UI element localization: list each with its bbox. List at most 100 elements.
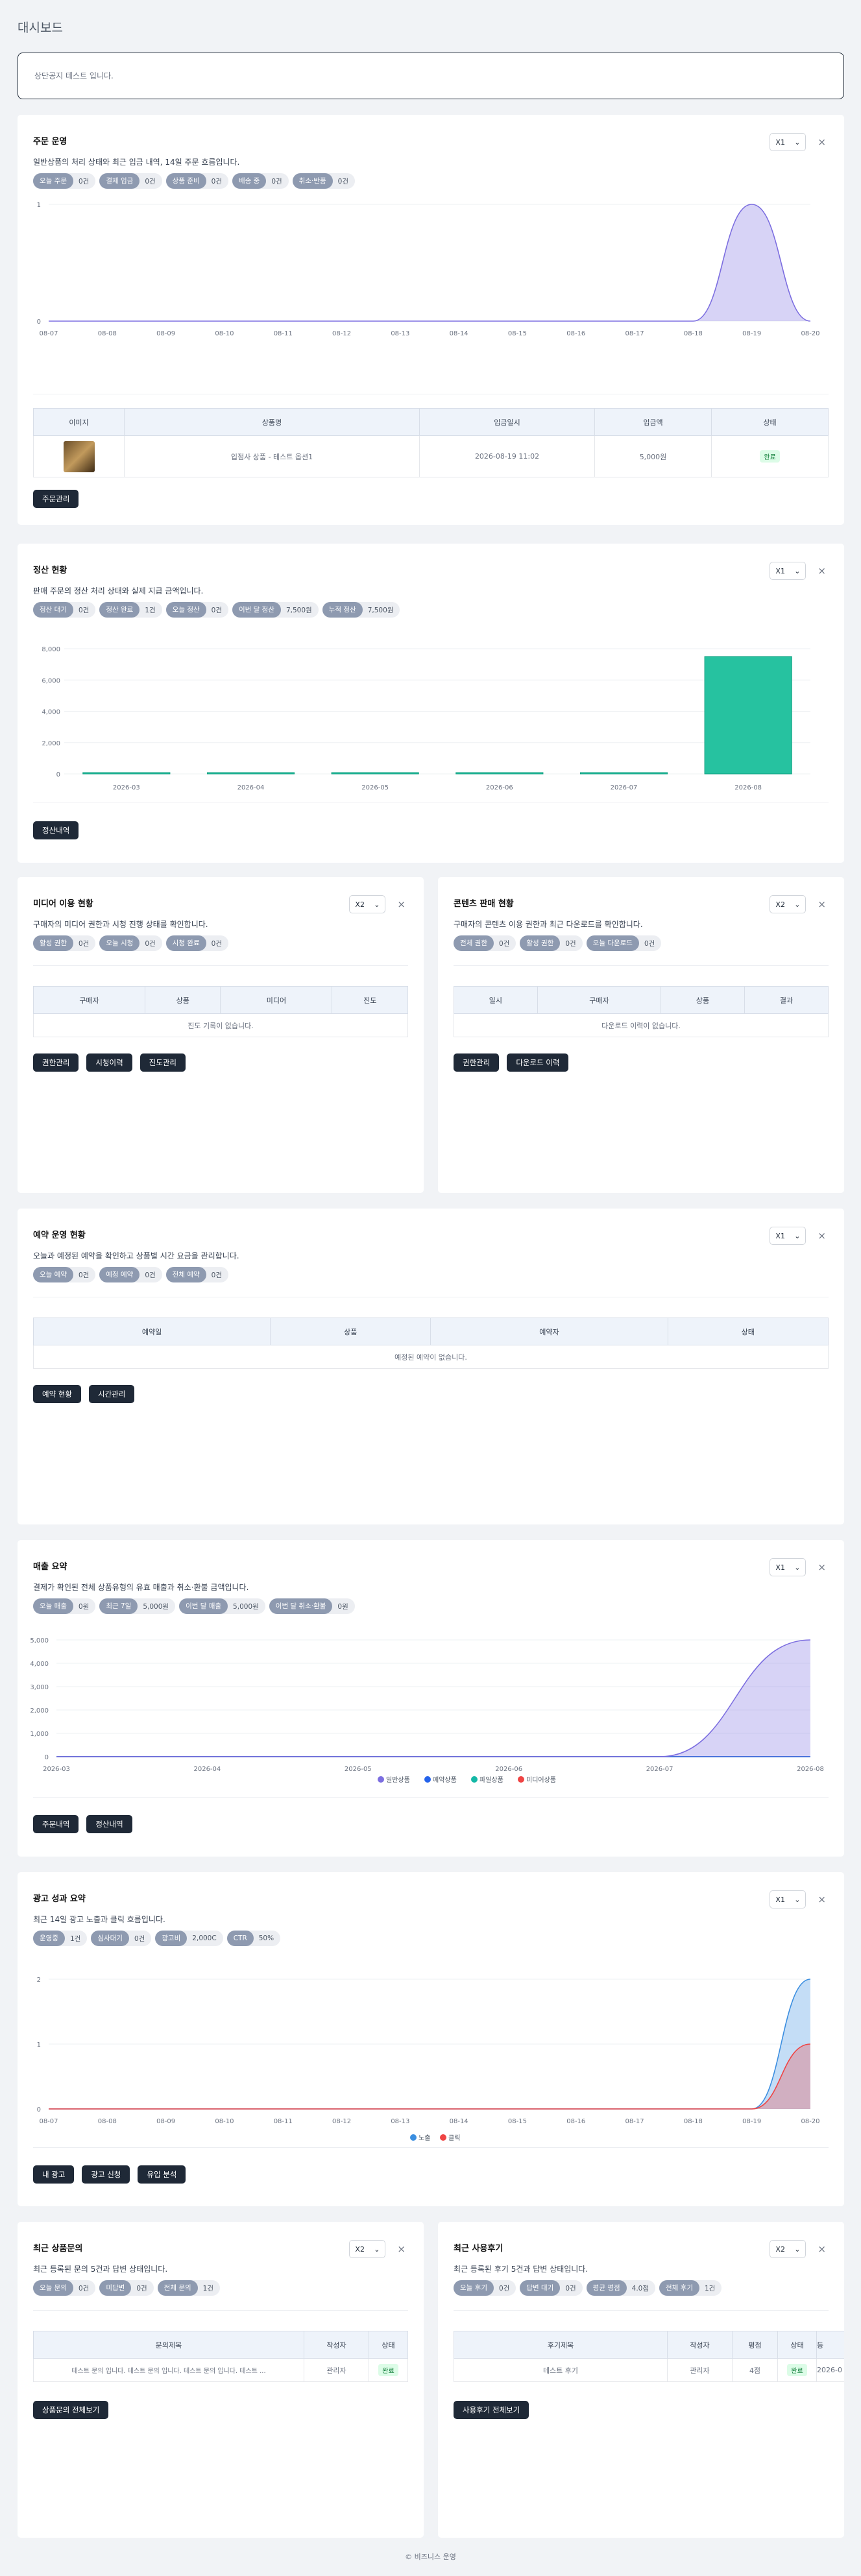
action-buttons: 주문내역 정산내역 xyxy=(33,1815,132,1833)
legend-label: 미디어상품 xyxy=(526,1776,556,1784)
x-tick-label: 2026-03 xyxy=(43,1766,70,1773)
action-button[interactable]: 시간관리 xyxy=(88,1385,135,1403)
th-buyer: 구매자 xyxy=(33,986,145,1014)
x-tick-label: 08-13 xyxy=(391,2118,409,2125)
size-select-value: X1 xyxy=(775,566,785,575)
review-writer: 관리자 xyxy=(667,2358,733,2382)
card-title: 최근 상품문의 xyxy=(33,2244,83,2254)
th-reserver: 예약자 xyxy=(430,1318,668,1345)
size-select[interactable]: X1 ⌄ xyxy=(770,562,806,580)
x-tick-label: 2026-07 xyxy=(646,1766,673,1773)
action-button[interactable]: 주문내역 xyxy=(33,1815,79,1833)
th-status: 상태 xyxy=(711,408,829,436)
action-button[interactable]: 상품문의 전체보기 xyxy=(33,2401,109,2419)
x-tick-label: 08-15 xyxy=(508,2118,527,2125)
page-title: 대시보드 xyxy=(18,21,63,35)
stat-pills: 오늘 후기 0건 답변 대기 0건 평균 평점 4.0점 전체 후기 1건 xyxy=(454,2280,722,2296)
x-tick-label: 2026-04 xyxy=(194,1766,221,1773)
footer: © 비즈니스 운영 xyxy=(405,2553,456,2561)
action-button[interactable]: 광고 신청 xyxy=(82,2165,130,2184)
table-row[interactable]: 입점사 상품 - 테스트 옵션1 2026-08-19 11:02 5,000원 완료 xyxy=(33,435,829,477)
card-title: 최근 사용후기 xyxy=(454,2244,503,2254)
qna-table: 문의제목 작성자 상태 테스트 문의 입니다. 테스트 문의 입니다. 테스트 문의… xyxy=(33,2331,408,2382)
legend-dot xyxy=(518,1776,524,1783)
stat-pill: 결제 입금 0건 xyxy=(99,173,162,189)
ads-card: 광고 성과 요약 X1 ⌄ × 최근 14일 광고 노출과 클릭 흐름입니다. 운영… xyxy=(18,1872,844,2206)
close-icon[interactable]: × xyxy=(818,1561,826,1573)
stat-pill-value: 2,000C xyxy=(192,1934,217,1942)
size-select[interactable]: X2 ⌄ xyxy=(770,2240,806,2258)
product-name: 입점사 상품 - 테스트 옵션1 xyxy=(124,435,420,477)
card-title: 광고 성과 요약 xyxy=(33,1894,86,1904)
size-select[interactable]: X2 ⌄ xyxy=(349,895,386,913)
review-card: 최근 사용후기 X2 ⌄ × 최근 등록된 후기 5건과 답변 상태입니다. 오늘 … xyxy=(438,2222,844,2538)
close-icon[interactable]: × xyxy=(818,2243,826,2255)
action-button[interactable]: 시청이력 xyxy=(86,1053,132,1072)
stat-pill-value: 0건 xyxy=(211,939,222,948)
chevron-down-icon: ⌄ xyxy=(794,2245,801,2254)
th-paid-date: 입금일시 xyxy=(419,408,595,436)
x-tick-label: 08-07 xyxy=(39,2118,58,2125)
stat-pill: 활성 권한 0건 xyxy=(520,935,583,951)
orders-card: 주문 운영 X1 ⌄ × 일반상품의 처리 상태와 최근 입금 내역, 14일 주문… xyxy=(18,115,844,525)
action-button[interactable]: 유입 분석 xyxy=(138,2165,186,2184)
th-amount: 입금액 xyxy=(594,408,712,436)
close-icon[interactable]: × xyxy=(818,136,826,148)
th-status: 상태 xyxy=(667,1318,829,1345)
action-buttons: 예약 현황 시간관리 xyxy=(33,1385,135,1403)
close-icon[interactable]: × xyxy=(818,1894,826,1905)
stat-pill-label: 전체 문의 xyxy=(157,2280,198,2296)
close-icon[interactable]: × xyxy=(818,898,826,910)
size-select[interactable]: X2 ⌄ xyxy=(349,2240,386,2258)
stat-pill-label: 이번 달 취소·환불 xyxy=(269,1598,333,1614)
action-button[interactable]: 정산내역 xyxy=(33,821,79,839)
y-tick-label: 2,000 xyxy=(30,1707,49,1715)
action-button[interactable]: 다운로드 이력 xyxy=(507,1053,569,1072)
action-button[interactable]: 진도관리 xyxy=(139,1053,186,1072)
stat-pill: 심사대기 0건 xyxy=(91,1931,152,1946)
action-buttons: 주문관리 xyxy=(33,490,79,508)
size-select[interactable]: X1 ⌄ xyxy=(770,1890,806,1908)
action-button[interactable]: 권한관리 xyxy=(33,1053,79,1072)
close-icon[interactable]: × xyxy=(818,565,826,577)
close-icon[interactable]: × xyxy=(397,898,406,910)
x-tick-label: 08-10 xyxy=(215,330,234,337)
action-button[interactable]: 내 광고 xyxy=(33,2165,75,2184)
close-icon[interactable]: × xyxy=(818,1230,826,1242)
chevron-down-icon: ⌄ xyxy=(794,900,801,909)
y-tick-label: 4,000 xyxy=(30,1661,49,1668)
size-select[interactable]: X2 ⌄ xyxy=(770,895,806,913)
action-button[interactable]: 권한관리 xyxy=(454,1053,500,1072)
close-icon[interactable]: × xyxy=(397,2243,406,2255)
stat-pill-label: 심사대기 xyxy=(91,1931,129,1946)
stat-pill-label: 최근 7일 xyxy=(99,1598,138,1614)
size-select[interactable]: X1 ⌄ xyxy=(770,1558,806,1576)
size-select[interactable]: X1 ⌄ xyxy=(770,133,806,151)
series-line xyxy=(48,204,811,322)
product-thumbnail xyxy=(63,440,95,472)
stat-pills: 오늘 문의 0건 미답변 0건 전체 문의 1건 xyxy=(33,2280,220,2296)
legend-label: 노출 xyxy=(418,2134,430,2142)
card-title: 매출 요약 xyxy=(33,1562,67,1572)
size-select-value: X1 xyxy=(775,1231,785,1240)
table-row[interactable]: 테스트 후기 관리자 4점 완료 2026-0 xyxy=(454,2358,844,2382)
stat-pill-value: 0건 xyxy=(211,1271,222,1279)
chevron-down-icon: ⌄ xyxy=(794,1895,801,1904)
action-buttons: 상품문의 전체보기 xyxy=(33,2401,109,2419)
stat-pill-label: 답변 대기 xyxy=(520,2280,561,2296)
action-buttons: 권한관리 시청이력 진도관리 xyxy=(33,1053,186,1072)
action-button[interactable]: 예약 현황 xyxy=(33,1385,81,1403)
x-tick-label: 08-14 xyxy=(450,2118,468,2125)
action-button[interactable]: 정산내역 xyxy=(86,1815,132,1833)
action-button[interactable]: 주문관리 xyxy=(33,490,79,508)
stat-pill: 오늘 문의 0건 xyxy=(33,2280,96,2296)
th-date: 등 xyxy=(816,2331,844,2359)
th-rating: 평점 xyxy=(732,2331,778,2359)
table-row[interactable]: 테스트 문의 입니다. 테스트 문의 입니다. 테스트 문의 입니다. 테스트 … xyxy=(33,2358,408,2382)
size-select[interactable]: X1 ⌄ xyxy=(770,1227,806,1245)
chevron-down-icon: ⌄ xyxy=(374,900,380,909)
action-button[interactable]: 사용후기 전체보기 xyxy=(454,2401,529,2419)
x-tick-label: 2026-04 xyxy=(237,784,265,791)
stat-pill-value: 0건 xyxy=(134,1934,145,1943)
stat-pills: 운영중 1건 심사대기 0건 광고비 2,000C CTR 50% xyxy=(33,1931,281,1946)
